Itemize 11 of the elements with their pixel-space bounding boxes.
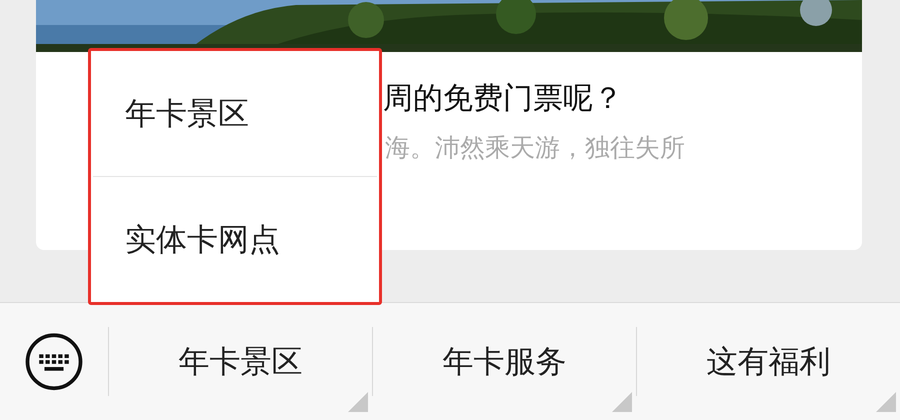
article-title: 周的免费门票呢？ — [383, 80, 623, 118]
menu-item[interactable]: 年卡景区 — [91, 51, 379, 176]
menu-tab[interactable]: 年卡服务 — [373, 303, 636, 420]
article-summary: 海。沛然乘天游，独往失所 — [385, 132, 685, 164]
corner-triangle-icon — [612, 392, 632, 412]
menu-tab[interactable]: 年卡景区 — [109, 303, 372, 420]
keyboard-icon[interactable] — [23, 330, 85, 392]
menu-item[interactable]: 实体卡网点 — [91, 177, 379, 302]
menu-tab[interactable]: 这有福利 — [637, 303, 900, 420]
corner-triangle-icon — [876, 392, 896, 412]
corner-triangle-icon — [348, 392, 368, 412]
